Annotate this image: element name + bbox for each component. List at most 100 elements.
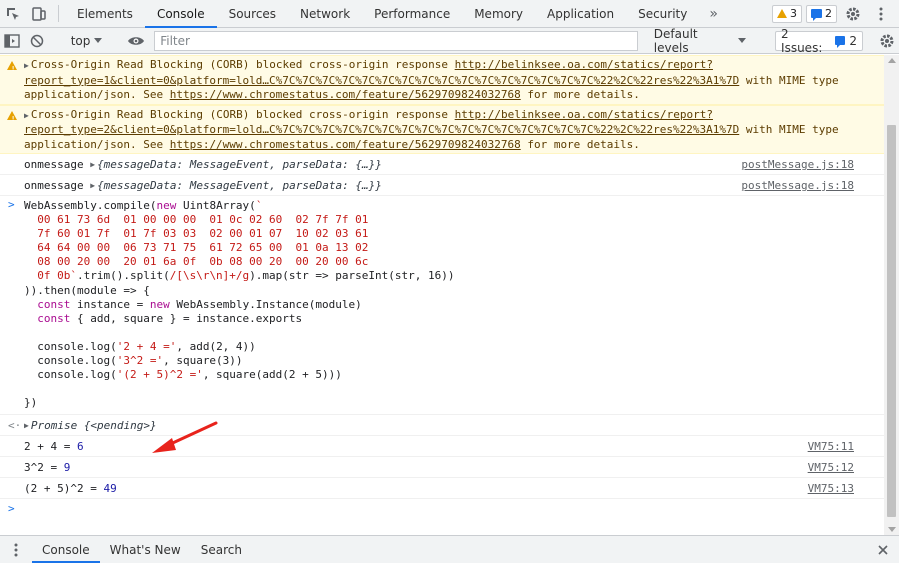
toolbar-divider: [58, 5, 59, 22]
code-text: )).then(module => {: [24, 283, 150, 297]
scroll-down-icon[interactable]: [888, 527, 896, 532]
code-string: '3^2 =': [116, 353, 164, 367]
code-text: , square(3)): [163, 353, 243, 367]
tab-console[interactable]: Console: [144, 0, 217, 28]
tab-sources[interactable]: Sources: [217, 0, 288, 27]
return-value-row: <· ▶ Promise {<pending>}: [0, 415, 884, 437]
hex-line: 7f 60 01 7f 01 7f 03 03 02 00 01 07 10 0…: [24, 227, 369, 241]
drawer-tab-bar: Console What's New Search: [0, 535, 899, 563]
scrollbar-thumb[interactable]: [887, 125, 896, 517]
inspect-element-icon[interactable]: [0, 0, 26, 27]
more-options-icon[interactable]: [869, 2, 893, 26]
source-link[interactable]: VM75:12: [808, 461, 854, 474]
code-text: { add, square } = instance.exports: [70, 311, 303, 325]
code-keyword: const: [24, 297, 71, 311]
message-icon: [811, 9, 822, 21]
log-levels-select[interactable]: Default levels: [646, 27, 754, 55]
code-string: `: [255, 199, 263, 212]
console-input-code: > WebAssembly.compile(new Uint8Array(` 0…: [0, 196, 884, 416]
filter-input-box[interactable]: [154, 30, 638, 51]
filter-input[interactable]: [160, 33, 637, 48]
expand-triangle-icon[interactable]: ▶: [90, 181, 95, 190]
console-prompt-input[interactable]: >: [0, 499, 884, 519]
input-prompt-chevron-icon: >: [8, 502, 15, 516]
device-toolbar-icon[interactable]: [26, 0, 52, 27]
code-keyword: new: [156, 199, 177, 212]
warnings-badge[interactable]: 3: [772, 4, 802, 23]
warning-text: for more details.: [520, 137, 640, 151]
warning-icon: [7, 61, 17, 77]
chevron-down-icon: [738, 38, 747, 43]
show-sidebar-icon[interactable]: [0, 33, 25, 48]
tab-application[interactable]: Application: [535, 0, 626, 27]
console-settings-gear-icon[interactable]: [876, 29, 899, 53]
expand-triangle-icon[interactable]: ▶: [24, 109, 29, 124]
code-text: console.log(: [24, 368, 117, 382]
return-arrow-icon: <·: [8, 418, 22, 432]
expand-triangle-icon[interactable]: ▶: [24, 59, 29, 74]
code-string: '2 + 4 =': [116, 339, 177, 353]
console-messages: ▶Cross-Origin Read Blocking (CORB) block…: [0, 55, 884, 535]
code-regex: /[\s\r\n]+/g: [169, 269, 250, 283]
code-text: console.log(: [24, 353, 117, 367]
more-tabs-button[interactable]: »: [699, 0, 728, 27]
code-text: , square(add(2 + 5))): [202, 368, 342, 382]
chromestatus-link[interactable]: https://www.chromestatus.com/feature/562…: [170, 88, 521, 101]
close-drawer-icon[interactable]: [867, 536, 899, 563]
expand-triangle-icon[interactable]: ▶: [24, 421, 29, 430]
settings-gear-icon[interactable]: [841, 2, 865, 26]
issues-label: 2 Issues:: [781, 26, 823, 55]
log-number: 9: [63, 460, 71, 474]
code-text: WebAssembly.Instance(module): [169, 297, 362, 311]
messages-count: 2: [825, 7, 832, 20]
issues-count: 2: [849, 33, 858, 48]
tab-bar-right: 3 2: [772, 0, 899, 27]
annotation-arrow-icon: [152, 421, 218, 453]
log-number: 49: [103, 481, 117, 495]
source-link[interactable]: postMessage.js:18: [741, 158, 854, 171]
drawer-menu-icon[interactable]: [0, 536, 32, 563]
log-text: 3^2 =: [24, 460, 58, 474]
code-text: console.log(: [24, 339, 117, 353]
log-text: 2 + 4 =: [24, 439, 71, 453]
clear-console-icon[interactable]: [25, 34, 50, 48]
console-scrollbar[interactable]: [884, 55, 899, 535]
log-message: onmessage ▶ {messageData: MessageEvent, p…: [0, 154, 884, 175]
log-message: 3^2 = 9 VM75:12: [0, 457, 884, 479]
messages-badge[interactable]: 2: [806, 4, 837, 23]
source-link[interactable]: VM75:11: [808, 440, 854, 453]
scroll-up-icon[interactable]: [888, 58, 896, 63]
log-object[interactable]: {messageData: MessageEvent, parseData: {…: [97, 179, 382, 192]
code-string: 0f 0b`: [24, 269, 77, 283]
log-label: onmessage: [24, 178, 84, 192]
drawer-tab-whats-new[interactable]: What's New: [100, 536, 191, 563]
live-expression-eye-icon[interactable]: [123, 35, 148, 47]
source-link[interactable]: postMessage.js:18: [741, 179, 854, 192]
corb-warning-message: ▶Cross-Origin Read Blocking (CORB) block…: [0, 55, 884, 105]
code-text: Uint8Array(: [176, 199, 256, 212]
tab-performance[interactable]: Performance: [362, 0, 462, 27]
context-value: top: [70, 33, 91, 48]
tab-network[interactable]: Network: [288, 0, 362, 27]
promise-state: {<pending>}: [83, 418, 157, 432]
tab-elements[interactable]: Elements: [65, 0, 145, 27]
log-object[interactable]: {messageData: MessageEvent, parseData: {…: [97, 158, 382, 171]
issues-button[interactable]: 2 Issues: 2: [775, 27, 864, 55]
expand-triangle-icon[interactable]: ▶: [90, 160, 95, 169]
promise-label[interactable]: Promise: [31, 419, 77, 432]
tab-memory[interactable]: Memory: [462, 0, 535, 27]
execution-context-select[interactable]: top: [63, 34, 111, 48]
warning-icon: [777, 9, 787, 18]
code-text: .trim().split(: [76, 269, 170, 283]
source-link[interactable]: VM75:13: [808, 482, 854, 495]
drawer-tab-search[interactable]: Search: [191, 536, 252, 563]
log-number: 6: [76, 439, 84, 453]
code-text: }): [24, 396, 38, 410]
chromestatus-link[interactable]: https://www.chromestatus.com/feature/562…: [170, 138, 521, 151]
drawer-tab-console[interactable]: Console: [32, 536, 100, 563]
tab-security[interactable]: Security: [626, 0, 699, 27]
code-keyword: new: [149, 297, 170, 311]
log-label: onmessage: [24, 157, 84, 171]
